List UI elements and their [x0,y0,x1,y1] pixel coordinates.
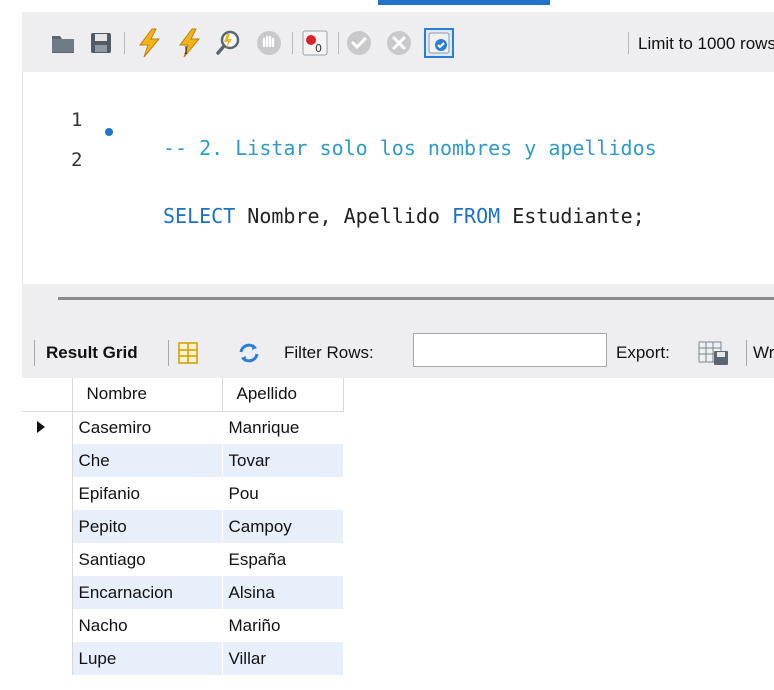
cell-nombre[interactable]: Encarnacion [72,576,223,609]
toolbar-separator [338,32,339,54]
table-header-row: Nombre Apellido [22,378,344,412]
cell-apellido[interactable]: Mariño [222,609,344,642]
cell-nombre[interactable]: Pepito [72,510,223,543]
sql-editor-toolbar: I 0 Limit to 1000 rows [22,12,774,73]
sql-columns: Nombre, Apellido [235,204,452,228]
export-icon[interactable] [697,339,733,372]
row-header[interactable] [22,444,73,477]
table-row[interactable]: Casemiro Manrique [22,411,344,444]
result-table: Nombre Apellido Casemiro Manrique Che Tovar… [22,378,344,675]
cell-nombre[interactable]: Che [72,444,223,477]
column-header-apellido[interactable]: Apellido [222,378,344,412]
limit-rows-select[interactable]: Limit to 1000 rows [638,29,774,59]
toolbar-separator [34,340,35,366]
explain-icon[interactable] [214,28,244,58]
cell-apellido[interactable]: Alsina [222,576,344,609]
rollback-icon[interactable] [384,28,414,58]
cell-nombre[interactable]: Casemiro [72,411,223,444]
column-header-nombre[interactable]: Nombre [72,378,223,412]
cell-apellido[interactable]: Manrique [222,411,344,444]
table-row[interactable]: Encarnacion Alsina [22,576,344,609]
result-grid-tab[interactable]: Result Grid [46,343,138,363]
toolbar-separator [606,340,607,366]
cell-apellido[interactable]: Villar [222,642,344,675]
line-number: 2 [71,149,83,171]
panel-splitter[interactable] [58,297,774,300]
open-folder-icon[interactable] [48,28,78,58]
row-header[interactable] [22,543,73,576]
table-row[interactable]: Pepito Campoy [22,510,344,543]
table-row[interactable]: Santiago España [22,543,344,576]
sql-keyword-select: SELECT [163,204,236,228]
toolbar-separator [628,32,629,54]
toolbar-separator [168,340,169,366]
cell-nombre[interactable]: Epifanio [72,477,223,510]
svg-text:I: I [184,43,188,57]
sql-editor[interactable]: 1 -- 2. Listar solo los nombres y apelli… [22,72,774,284]
row-header[interactable] [22,609,73,642]
export-label: Export: [616,343,670,362]
cell-nombre[interactable]: Lupe [72,642,223,675]
filter-rows-input[interactable] [413,333,607,367]
commit-icon[interactable] [344,28,374,58]
execute-current-icon[interactable]: I [174,28,204,58]
cell-apellido[interactable]: Tovar [222,444,344,477]
row-header[interactable] [22,642,73,675]
sql-keyword-from: FROM [452,204,501,228]
result-toolbar: Result Grid Filter Rows: Export: Wrap Ce… [22,324,774,384]
table-row[interactable]: Nacho Mariño [22,609,344,642]
refresh-icon[interactable] [236,342,262,369]
toggle-error-icon[interactable]: 0 [300,28,330,58]
panel-splitter-area [22,284,774,324]
row-header[interactable] [22,576,73,609]
code-line-2: 2 SELECT Nombre, Apellido FROM Estudiant… [23,118,774,228]
cell-nombre[interactable]: Santiago [72,543,223,576]
row-header[interactable] [22,411,73,444]
current-row-arrow-icon [37,420,45,433]
execute-icon[interactable] [134,28,164,58]
save-icon[interactable] [86,28,116,58]
toolbar-separator [124,32,125,54]
wrap-cell-label: Wrap Cell Content: [753,343,774,362]
table-row[interactable]: Epifanio Pou [22,477,344,510]
stop-icon[interactable] [254,28,284,58]
code-line-1: 1 -- 2. Listar solo los nombres y apelli… [23,78,657,160]
cell-nombre[interactable]: Nacho [72,609,223,642]
toolbar-separator [292,32,293,54]
svg-text:0: 0 [315,42,322,55]
autocommit-icon[interactable] [424,28,454,58]
table-row[interactable]: Lupe Villar [22,642,344,675]
result-grid: Nombre Apellido Casemiro Manrique Che Tovar… [22,378,774,690]
cell-apellido[interactable]: Pou [222,477,344,510]
active-tab-indicator [378,0,550,5]
cell-apellido[interactable]: España [222,543,344,576]
table-body: Casemiro Manrique Che Tovar Epifanio Pou Pepit… [22,411,344,675]
row-header-corner[interactable] [22,378,73,412]
toolbar-separator [746,340,747,366]
cell-apellido[interactable]: Campoy [222,510,344,543]
form-view-icon[interactable] [178,342,198,369]
filter-rows-label: Filter Rows: [284,343,374,362]
sql-table: Estudiante; [500,204,645,228]
table-row[interactable]: Che Tovar [22,444,344,477]
row-header[interactable] [22,477,73,510]
statement-marker-icon [105,128,113,136]
row-header[interactable] [22,510,73,543]
